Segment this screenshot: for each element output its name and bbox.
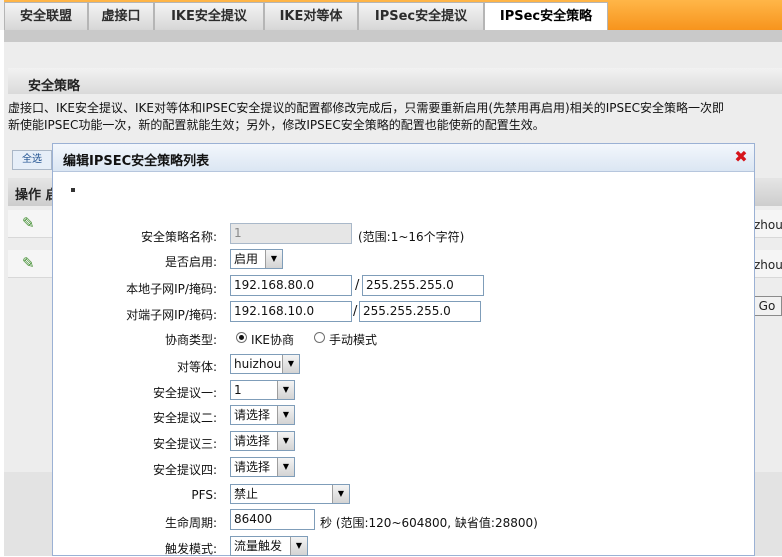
- proposal3-select[interactable]: 请选择 ▼: [230, 431, 295, 451]
- section-header: [8, 68, 782, 94]
- chevron-down-icon: ▼: [277, 406, 294, 424]
- edit-policy-dialog: 编辑IPSEC安全策略列表 ✖ 安全策略名称: 1 (范围:1~16个字符) 是…: [52, 143, 755, 556]
- tab-ike-proposal[interactable]: IKE安全提议: [154, 2, 264, 30]
- proposal4-label: 安全提议四:: [152, 463, 217, 477]
- tab-ipsec-policy[interactable]: IPSec安全策略: [484, 2, 608, 31]
- bullet-icon: [71, 188, 75, 192]
- peer-select[interactable]: huizhou ▼: [230, 354, 300, 374]
- local-subnet-ip-input[interactable]: 192.168.80.0: [230, 275, 352, 296]
- table-cell-peer: zhou: [754, 218, 782, 232]
- close-icon[interactable]: ✖: [733, 149, 749, 165]
- remote-subnet-separator: /: [353, 304, 358, 319]
- trigger-select[interactable]: 流量触发 ▼: [230, 536, 308, 556]
- proposal1-select[interactable]: 1 ▼: [230, 380, 295, 400]
- pfs-label: PFS:: [191, 488, 217, 502]
- proposal1-select-value: 1: [234, 383, 242, 397]
- go-button[interactable]: Go: [752, 296, 782, 316]
- chevron-down-icon: ▼: [282, 355, 299, 373]
- policy-name-hint: (范围:1~16个字符): [358, 230, 465, 244]
- proposal3-select-value: 请选择: [234, 434, 271, 448]
- peer-label: 对等体:: [176, 360, 217, 374]
- pfs-select[interactable]: 禁止 ▼: [230, 484, 350, 504]
- trigger-label: 触发模式:: [164, 542, 217, 556]
- proposal2-select-value: 请选择: [234, 408, 271, 422]
- chevron-down-icon: ▼: [265, 250, 282, 268]
- lifetime-input[interactable]: 86400: [230, 509, 315, 530]
- remote-subnet-mask-input[interactable]: 255.255.255.0: [359, 301, 481, 322]
- lifetime-label: 生命周期:: [164, 516, 217, 530]
- edit-pencil-icon[interactable]: ✎: [22, 214, 35, 232]
- chevron-down-icon: ▼: [332, 485, 349, 503]
- section-title: 安全策略: [28, 79, 81, 94]
- local-subnet-separator: /: [355, 278, 360, 293]
- trigger-select-value: 流量触发: [234, 539, 283, 553]
- enabled-select[interactable]: 启用 ▼: [230, 249, 283, 269]
- negotiation-ike-radio[interactable]: [236, 332, 247, 343]
- enabled-label: 是否启用:: [164, 255, 217, 269]
- tab-security-association[interactable]: 安全联盟: [4, 2, 88, 30]
- enabled-select-value: 启用: [234, 252, 259, 266]
- notice-line-1: 虚接口、IKE安全提议、IKE对等体和IPSEC安全提议的配置都修改完成后，只需…: [8, 101, 725, 115]
- policy-name-label: 安全策略名称:: [140, 230, 217, 244]
- negotiation-manual-label: 手动模式: [329, 333, 378, 347]
- tab-ike-peer[interactable]: IKE对等体: [264, 2, 358, 30]
- peer-select-value: huizhou: [234, 357, 282, 371]
- pfs-select-value: 禁止: [234, 487, 259, 501]
- lifetime-hint: 秒 (范围:120~604800, 缺省值:28800): [320, 516, 538, 530]
- chevron-down-icon: ▼: [277, 381, 294, 399]
- edit-pencil-icon[interactable]: ✎: [22, 254, 35, 272]
- chevron-down-icon: ▼: [277, 458, 294, 476]
- proposal2-label: 安全提议二:: [152, 411, 217, 425]
- local-subnet-label: 本地子网IP/掩码:: [126, 282, 217, 296]
- tab-ipsec-proposal[interactable]: IPSec安全提议: [358, 2, 484, 30]
- notice-text: 虚接口、IKE安全提议、IKE对等体和IPSEC安全提议的配置都修改完成后，只需…: [8, 100, 782, 134]
- proposal4-select-value: 请选择: [234, 460, 271, 474]
- chevron-down-icon: ▼: [290, 537, 307, 555]
- dialog-title: 编辑IPSEC安全策略列表: [63, 154, 210, 169]
- proposal3-label: 安全提议三:: [152, 437, 217, 451]
- table-cell-peer: zhou: [754, 258, 782, 272]
- policy-name-input[interactable]: 1: [230, 223, 352, 244]
- negotiation-ike-label: IKE协商: [251, 333, 294, 347]
- proposal2-select[interactable]: 请选择 ▼: [230, 405, 295, 425]
- page-top-strip: [4, 30, 782, 42]
- select-all-button[interactable]: 全选: [12, 150, 52, 170]
- local-subnet-mask-input[interactable]: 255.255.255.0: [362, 275, 484, 296]
- notice-line-2: 新使能IPSEC功能一次，新的配置就能生效；另外，修改IPSEC安全策略的配置也…: [8, 118, 545, 132]
- proposal4-select[interactable]: 请选择 ▼: [230, 457, 295, 477]
- proposal1-label: 安全提议一:: [152, 386, 217, 400]
- negotiation-label: 协商类型:: [164, 333, 217, 347]
- remote-subnet-ip-input[interactable]: 192.168.10.0: [230, 301, 352, 322]
- negotiation-manual-radio[interactable]: [314, 332, 325, 343]
- remote-subnet-label: 对端子网IP/掩码:: [126, 308, 217, 322]
- tab-virtual-interface[interactable]: 虚接口: [88, 2, 154, 30]
- chevron-down-icon: ▼: [277, 432, 294, 450]
